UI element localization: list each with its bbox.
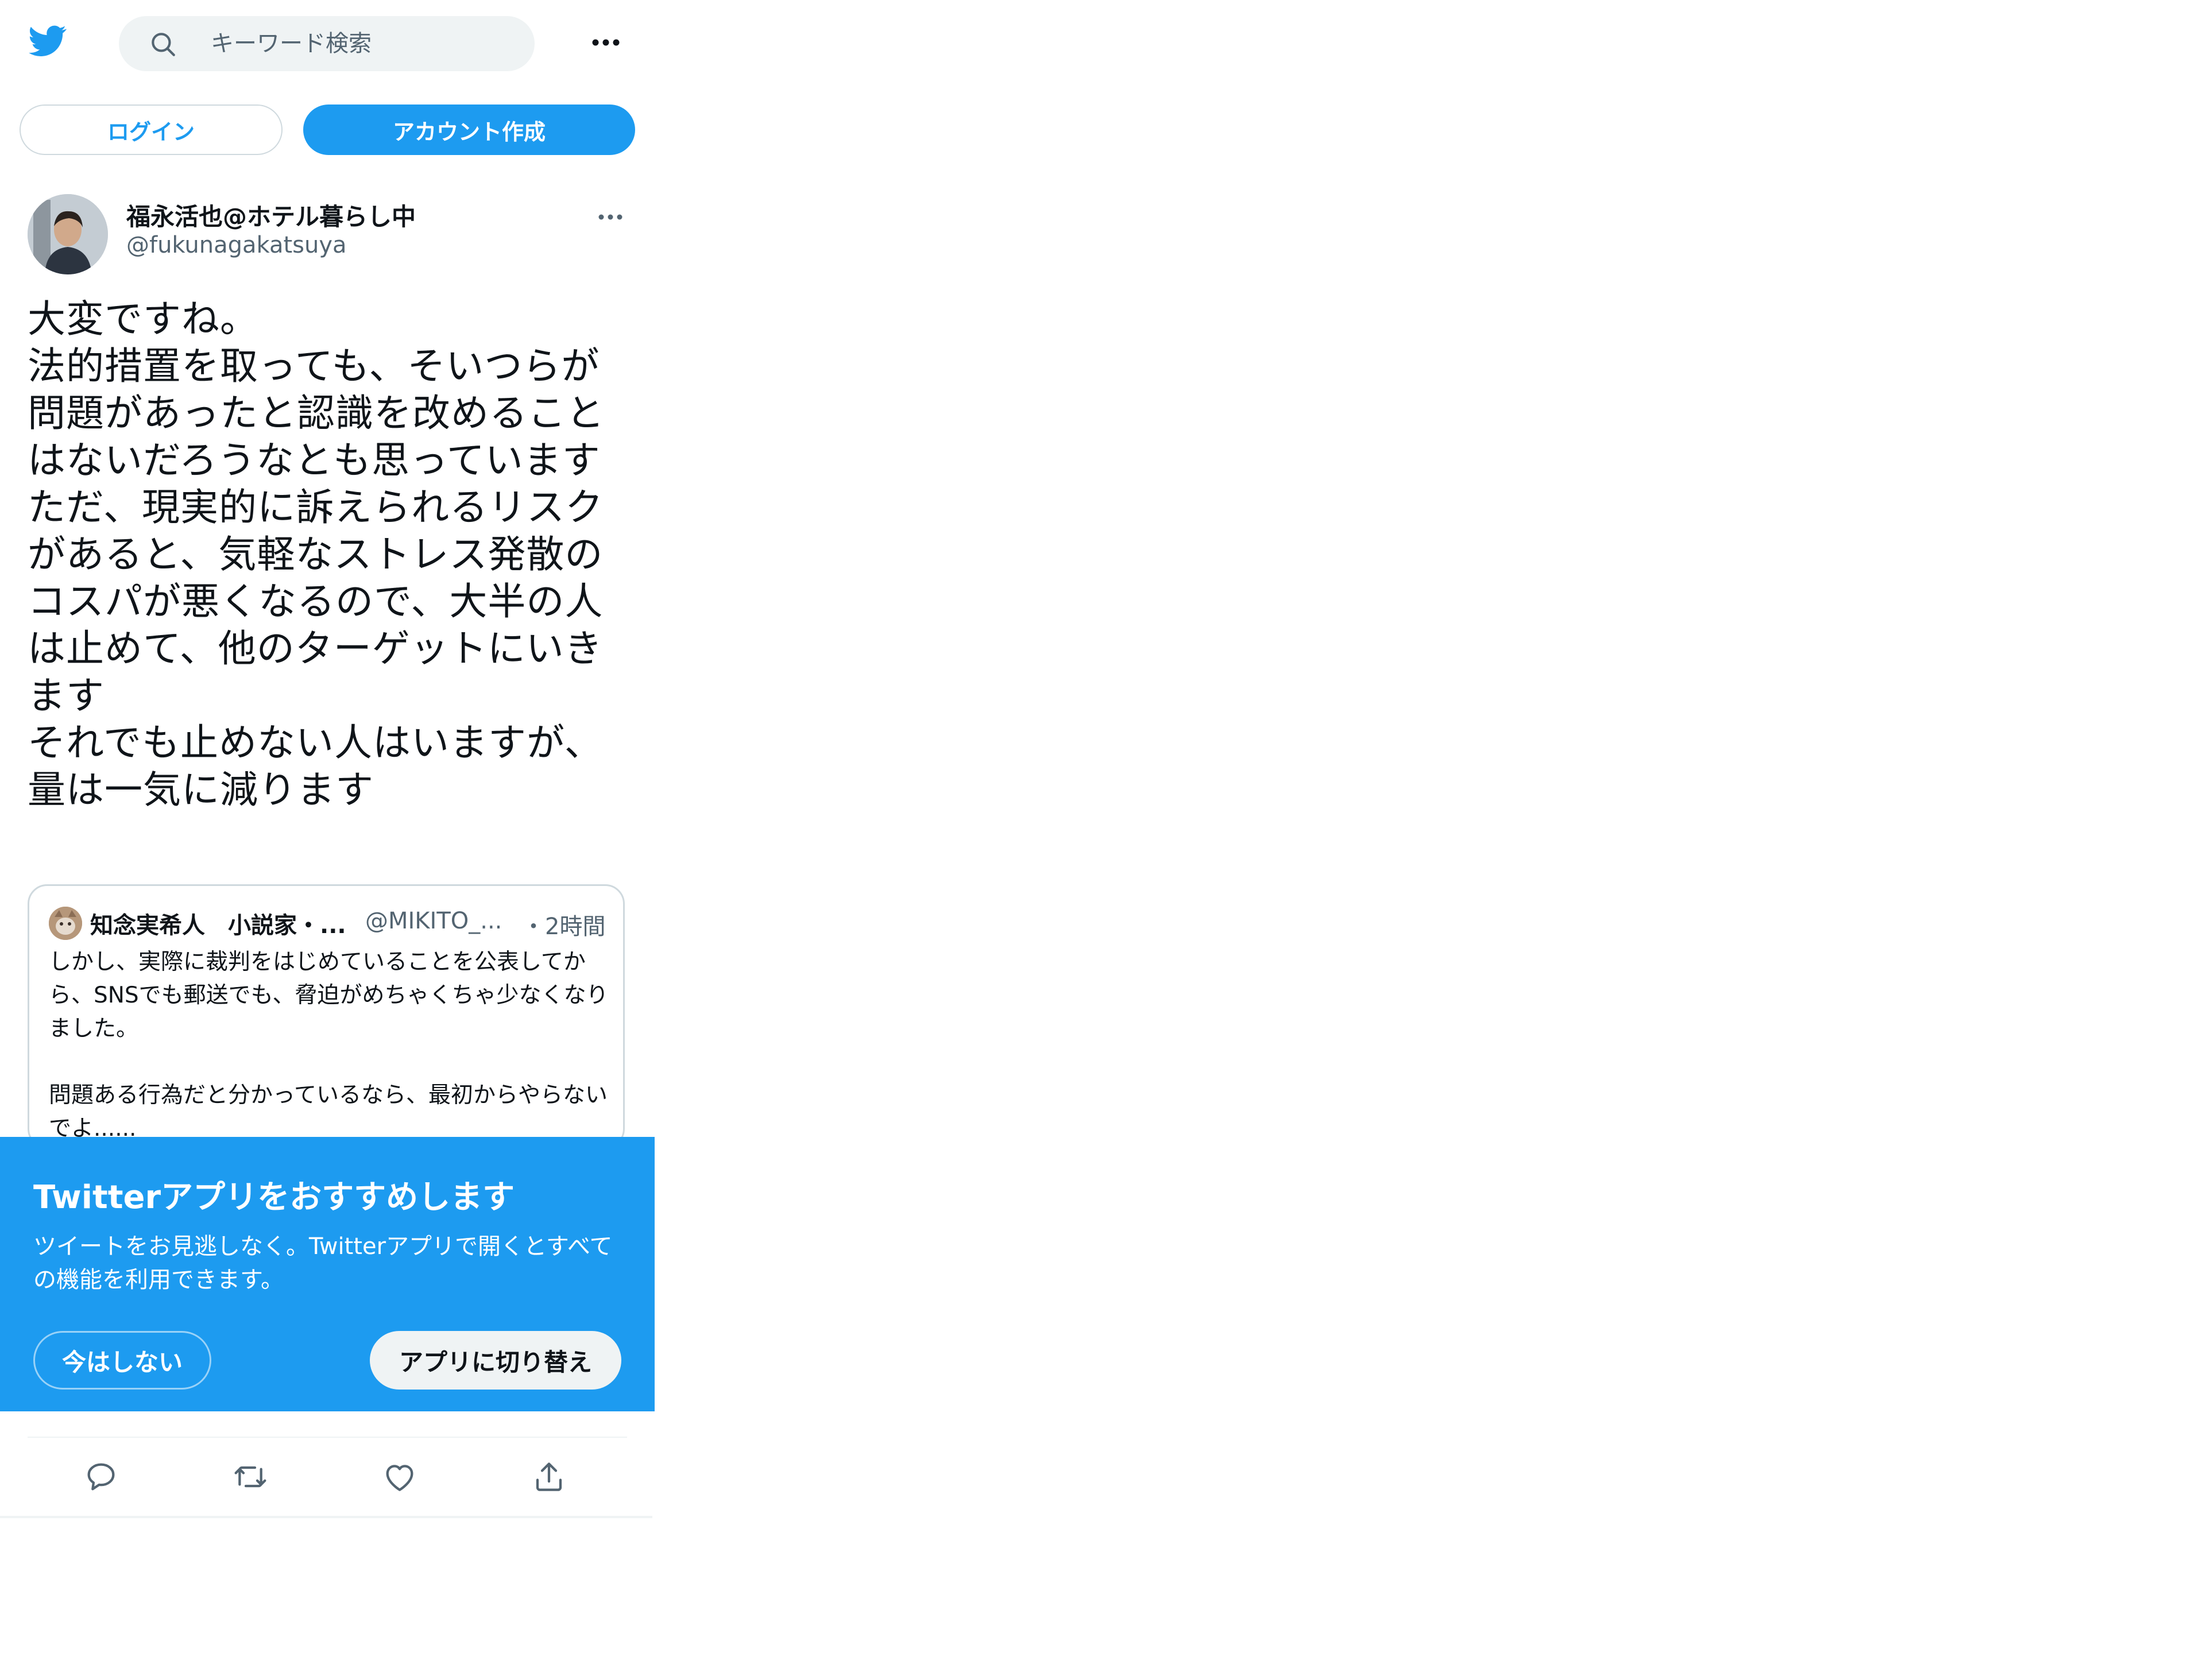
top-bar xyxy=(0,0,655,86)
tweet-more-icon[interactable] xyxy=(594,206,627,229)
author-handle[interactable]: @fukunagakatsuya xyxy=(126,232,347,258)
search-box[interactable] xyxy=(119,16,535,71)
avatar[interactable] xyxy=(28,194,108,274)
author-name[interactable]: 福永活也@ホテル暮らし中 xyxy=(126,198,416,233)
divider xyxy=(28,1437,627,1438)
app-promo-banner: Twitterアプリをおすすめします ツイートをお見逃しなく。Twitterアプ… xyxy=(0,1137,655,1411)
quoted-tweet[interactable]: 知念実希人 小説家・... @MIKITO_... ・2時間 しかし、実際に裁判… xyxy=(28,884,625,1148)
mobile-page: ログイン アカウント作成 福永活也@ホテル暮らし中 @fukunagakatsu… xyxy=(0,0,655,1664)
signup-button[interactable]: アカウント作成 xyxy=(303,105,635,155)
quoted-author-name: 知念実希人 小説家・... xyxy=(90,912,346,939)
tweet-text: 大変ですね。 法的措置を取っても、そいつらが問題があったと認識を改めることはない… xyxy=(28,297,605,812)
auth-buttons: ログイン アカウント作成 xyxy=(0,102,655,160)
more-horizontal-icon[interactable] xyxy=(587,26,625,59)
retweet-icon[interactable] xyxy=(232,1458,269,1495)
search-icon xyxy=(149,30,177,59)
search-input[interactable] xyxy=(211,16,521,71)
quoted-time: ・2時間 xyxy=(522,914,606,940)
twitter-bird-icon[interactable] xyxy=(25,22,70,60)
not-now-button[interactable]: 今はしない xyxy=(33,1331,211,1390)
quoted-text: しかし、実際に裁判をはじめていることを公表してから、SNSでも郵送でも、脅迫がめ… xyxy=(49,949,609,1141)
quoted-author-handle: @MIKITO_... xyxy=(365,908,502,934)
banner-title: Twitterアプリをおすすめします xyxy=(33,1179,515,1216)
reply-icon[interactable] xyxy=(83,1458,119,1495)
tweet-actions xyxy=(28,1453,627,1504)
share-icon[interactable] xyxy=(531,1458,567,1495)
banner-body: ツイートをお見逃しなく。Twitterアプリで開くとすべての機能を利用できます。 xyxy=(33,1233,613,1293)
login-button[interactable]: ログイン xyxy=(20,105,283,155)
like-icon[interactable] xyxy=(381,1458,418,1495)
quoted-avatar xyxy=(49,907,82,940)
divider xyxy=(0,1516,652,1518)
switch-to-app-button[interactable]: アプリに切り替え xyxy=(370,1331,621,1390)
